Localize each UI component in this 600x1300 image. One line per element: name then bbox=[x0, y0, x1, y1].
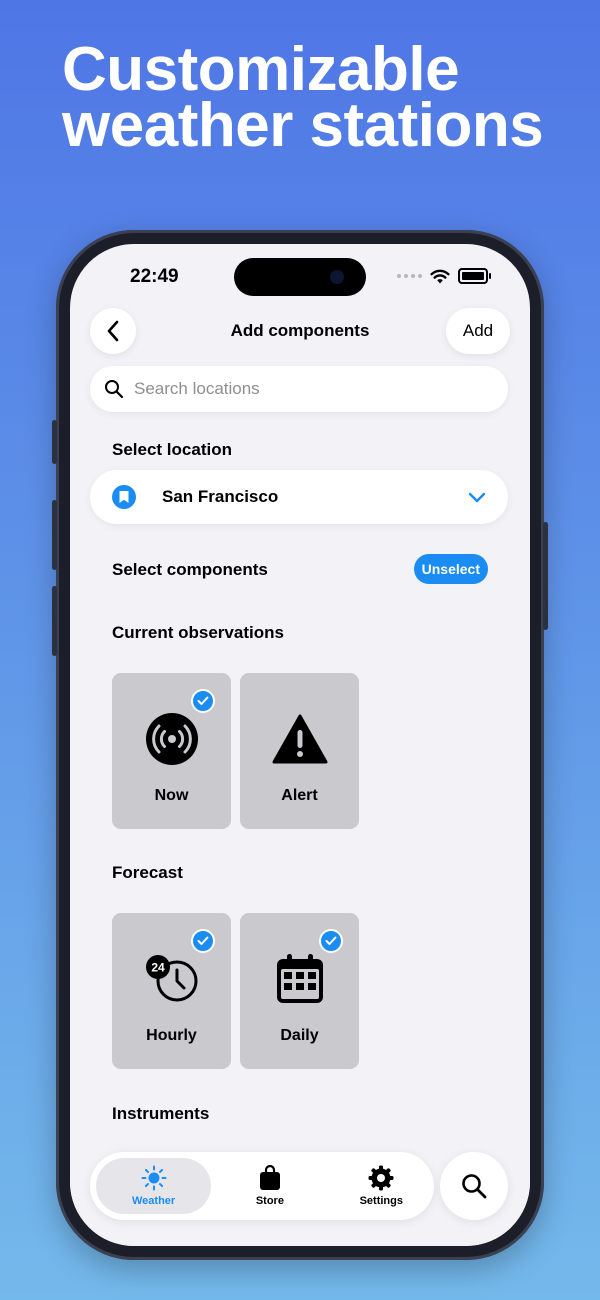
group-title: Forecast bbox=[112, 863, 183, 882]
gear-icon bbox=[368, 1165, 394, 1191]
bookmark-icon bbox=[112, 485, 136, 509]
action-button bbox=[52, 420, 57, 464]
unselect-button[interactable]: Unselect bbox=[413, 554, 488, 584]
tab-label: Store bbox=[255, 1195, 284, 1207]
status-icons bbox=[397, 268, 491, 284]
select-location-label: Select location bbox=[112, 440, 232, 459]
tile-group-forecast: 24 Hourly Daily bbox=[112, 913, 359, 1069]
phone-screen: 22:49 Add components Add Select l bbox=[70, 244, 530, 1246]
chevron-down-icon bbox=[468, 492, 486, 503]
dynamic-island bbox=[234, 258, 366, 296]
tab-weather[interactable]: Weather bbox=[96, 1158, 212, 1214]
tile-label: Daily bbox=[280, 1027, 319, 1044]
location-selector[interactable]: San Francisco bbox=[90, 470, 508, 524]
select-components-label: Select components bbox=[112, 560, 268, 579]
headline: Customizable weather stations bbox=[62, 35, 544, 160]
tile-label: Hourly bbox=[146, 1027, 197, 1044]
clock-24-icon: 24 bbox=[145, 955, 197, 1002]
phone-frame: 22:49 Add components Add Select l bbox=[52, 230, 548, 1260]
headline-line-1: Customizable bbox=[62, 35, 460, 104]
tile-label: Alert bbox=[281, 787, 318, 804]
svg-text:24: 24 bbox=[151, 961, 165, 975]
volume-down-button bbox=[52, 586, 57, 656]
component-tile-alert[interactable]: Alert bbox=[240, 673, 359, 829]
wifi-icon bbox=[430, 269, 450, 283]
group-title: Instruments bbox=[112, 1104, 210, 1123]
component-tile-now[interactable]: Now bbox=[112, 673, 231, 829]
tab-label: Settings bbox=[359, 1195, 403, 1207]
tile-group-current: Now Alert bbox=[112, 673, 359, 829]
volume-up-button bbox=[52, 500, 57, 570]
tab-label: Weather bbox=[131, 1195, 176, 1207]
checkmark-icon bbox=[319, 929, 343, 953]
status-time: 22:49 bbox=[130, 266, 179, 287]
selected-location: San Francisco bbox=[162, 487, 279, 506]
calendar-icon bbox=[276, 954, 323, 1003]
component-tile-daily[interactable]: Daily bbox=[240, 913, 359, 1069]
search-tab-button[interactable] bbox=[440, 1152, 508, 1220]
tab-bar: Weather Store Settings bbox=[90, 1152, 434, 1220]
tile-label: Now bbox=[154, 787, 189, 804]
sun-icon bbox=[141, 1165, 167, 1191]
tab-store[interactable]: Store bbox=[217, 1158, 322, 1214]
battery-icon bbox=[458, 268, 491, 284]
tab-settings[interactable]: Settings bbox=[329, 1158, 434, 1214]
search-bar[interactable] bbox=[90, 366, 508, 412]
checkmark-icon bbox=[191, 929, 215, 953]
signal-dots-icon bbox=[397, 274, 422, 278]
headline-line-2: weather stations bbox=[62, 91, 544, 160]
warning-icon bbox=[272, 714, 327, 764]
search-icon bbox=[105, 380, 124, 399]
add-button[interactable]: Add bbox=[446, 308, 510, 354]
checkmark-icon bbox=[191, 689, 215, 713]
broadcast-icon bbox=[145, 713, 198, 765]
group-title: Current observations bbox=[112, 623, 284, 642]
component-tile-hourly[interactable]: 24 Hourly bbox=[112, 913, 231, 1069]
power-button bbox=[543, 522, 548, 630]
search-input[interactable] bbox=[132, 378, 476, 400]
bag-icon bbox=[259, 1165, 280, 1190]
search-icon bbox=[462, 1174, 487, 1199]
